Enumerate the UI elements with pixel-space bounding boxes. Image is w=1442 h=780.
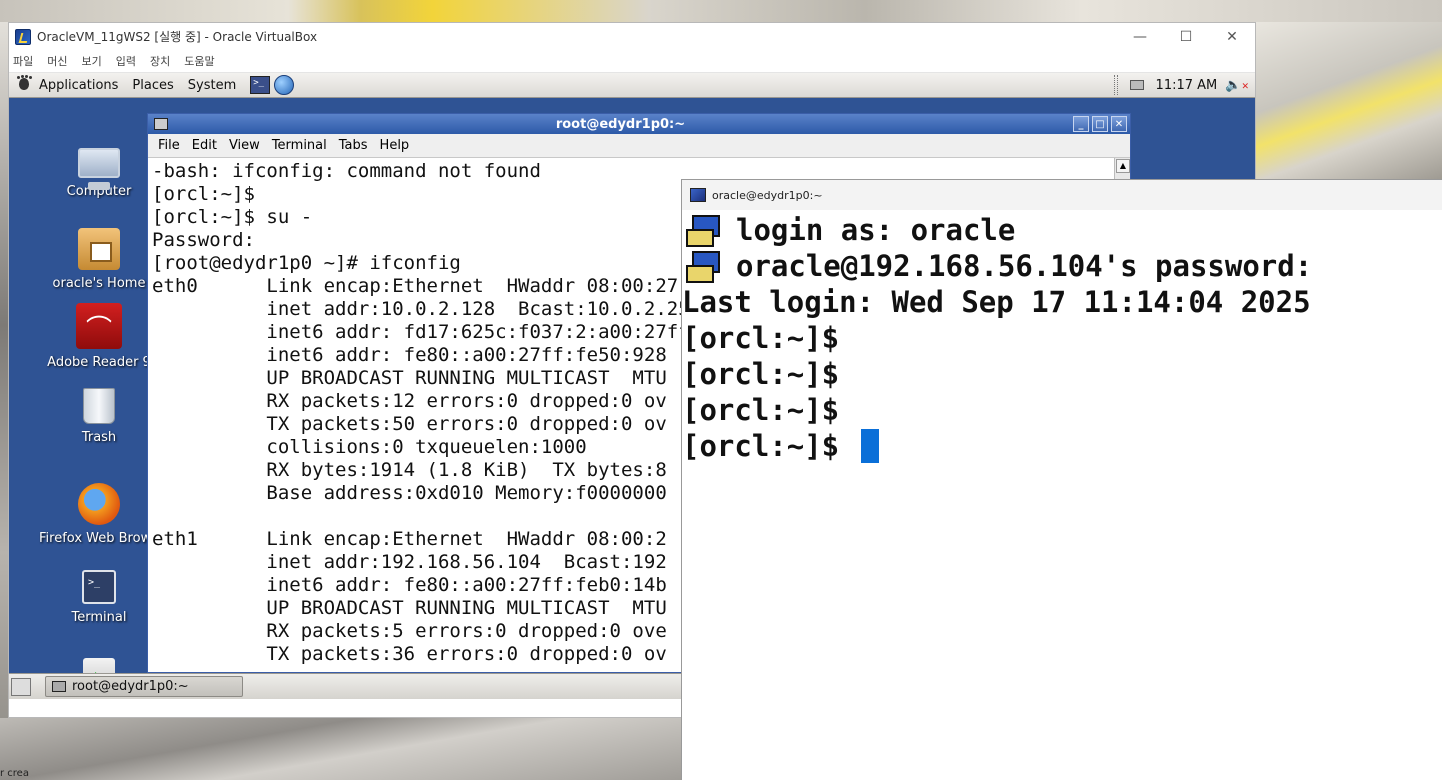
- menu-machine[interactable]: 머신: [47, 53, 67, 69]
- putty-window-title: oracle@edydr1p0:~: [712, 188, 823, 202]
- desktop-icon-terminal[interactable]: Terminal: [39, 570, 159, 625]
- desktop-icon-label: Adobe Reader 9: [47, 355, 151, 370]
- terminal-menu-terminal[interactable]: Terminal: [272, 138, 327, 153]
- virtualbox-app-icon: [15, 28, 31, 45]
- host-partial-text: r crea: [0, 768, 29, 779]
- guest-terminal-menubar: File Edit View Terminal Tabs Help: [148, 134, 1130, 158]
- terminal-menu-view[interactable]: View: [229, 138, 260, 153]
- putty-line: oracle@192.168.56.104's password:: [682, 248, 1442, 284]
- maximize-button[interactable]: ☐: [1163, 23, 1209, 50]
- putty-terminal-output[interactable]: login as: oracle oracle@192.168.56.104's…: [682, 210, 1442, 780]
- desktop-icon-label: oracle's Home: [52, 276, 146, 291]
- desktop-icon-trash[interactable]: Trash: [39, 388, 159, 445]
- host-wallpaper-top: [0, 0, 1442, 22]
- putty-line: [orcl:~]$: [682, 428, 1442, 464]
- putty-line-text: [orcl:~]$: [682, 357, 840, 391]
- desktop-icon-label: Terminal: [71, 610, 127, 625]
- menu-view[interactable]: 보기: [82, 53, 102, 69]
- panel-menu-applications[interactable]: Applications: [39, 78, 118, 93]
- desktop-icon-computer[interactable]: Computer: [39, 148, 159, 199]
- putty-line-text: [orcl:~]$: [682, 321, 840, 355]
- panel-separator: [1113, 75, 1118, 95]
- keyboard-indicator-icon[interactable]: [1129, 80, 1144, 90]
- putty-titlebar[interactable]: oracle@edydr1p0:~: [682, 180, 1442, 210]
- putty-app-icon[interactable]: [690, 188, 706, 202]
- desktop-icon-firefox[interactable]: Firefox Web Browser: [39, 483, 159, 546]
- guest-terminal-title: root@edydr1p0:~: [555, 116, 686, 132]
- adobe-reader-icon: [76, 303, 122, 349]
- terminal-menu-help[interactable]: Help: [380, 138, 410, 153]
- putty-line-text: oracle@192.168.56.104's password:: [736, 249, 1313, 283]
- scroll-up-arrow-icon[interactable]: ▲: [1116, 159, 1130, 173]
- desktop-icon-label: Trash: [81, 430, 117, 445]
- virtualbox-window-title: OracleVM_11gWS2 [실행 중] - Oracle VirtualB…: [37, 30, 318, 44]
- terminal-window-icon: [52, 681, 66, 692]
- putty-line: [orcl:~]$: [682, 392, 1442, 428]
- terminal-menu-tabs[interactable]: Tabs: [339, 138, 368, 153]
- terminal-minimize-button[interactable]: _: [1073, 116, 1089, 132]
- putty-window: oracle@edydr1p0:~ login as: oracle oracl…: [681, 179, 1442, 780]
- taskbar-item-label: root@edydr1p0:~: [72, 679, 189, 694]
- guest-terminal-titlebar[interactable]: root@edydr1p0:~ _ □ ✕: [148, 114, 1130, 134]
- putty-session-icon: [684, 213, 724, 247]
- gnome-foot-icon[interactable]: [15, 76, 33, 94]
- host-wallpaper-left: [0, 22, 8, 780]
- minimize-button[interactable]: —: [1117, 23, 1163, 50]
- terminal-menu-file[interactable]: File: [158, 138, 180, 153]
- terminal-menu-edit[interactable]: Edit: [192, 138, 217, 153]
- menu-input[interactable]: 입력: [116, 53, 136, 69]
- terminal-launcher-icon[interactable]: [250, 76, 271, 94]
- show-desktop-icon[interactable]: [11, 677, 31, 696]
- desktop-icon-label: Firefox Web Browser: [39, 531, 159, 546]
- firefox-icon: [78, 483, 120, 525]
- guest-top-panel: Applications Places System 11:17 AM 🔈✕: [9, 73, 1255, 98]
- close-button[interactable]: ✕: [1209, 23, 1255, 50]
- putty-session-icon: [684, 249, 724, 283]
- putty-line-text: login as: oracle: [736, 213, 1016, 247]
- desktop-icon-home[interactable]: oracle's Home: [39, 228, 159, 291]
- trash-icon: [83, 388, 115, 424]
- text-cursor: [860, 429, 879, 463]
- putty-line-text: [orcl:~]$: [682, 393, 840, 427]
- putty-line: Last login: Wed Sep 17 11:14:04 2025: [682, 284, 1442, 320]
- menu-help[interactable]: 도움말: [184, 53, 214, 69]
- terminal-window-icon[interactable]: [154, 118, 168, 130]
- terminal-close-button[interactable]: ✕: [1111, 116, 1127, 132]
- menu-devices[interactable]: 장치: [150, 53, 170, 69]
- host-wallpaper-right: [1256, 22, 1442, 182]
- putty-line: [orcl:~]$: [682, 320, 1442, 356]
- home-folder-icon: [78, 228, 120, 270]
- volume-muted-icon[interactable]: 🔈✕: [1225, 78, 1249, 93]
- putty-line-text: Last login: Wed Sep 17 11:14:04 2025: [682, 285, 1311, 319]
- network-browser-icon[interactable]: [274, 75, 295, 95]
- virtualbox-titlebar[interactable]: OracleVM_11gWS2 [실행 중] - Oracle VirtualB…: [9, 23, 1255, 50]
- host-wallpaper-bottom: [0, 718, 682, 780]
- virtualbox-menubar: 파일 머신 보기 입력 장치 도움말: [9, 50, 1255, 73]
- panel-clock[interactable]: 11:17 AM: [1156, 78, 1218, 93]
- putty-line: login as: oracle: [682, 212, 1442, 248]
- menu-file[interactable]: 파일: [13, 53, 33, 69]
- panel-menu-system[interactable]: System: [188, 78, 236, 93]
- terminal-icon: [82, 570, 116, 604]
- taskbar-item-terminal[interactable]: root@edydr1p0:~: [45, 676, 243, 697]
- putty-line-text: [orcl:~]$: [682, 429, 857, 463]
- terminal-maximize-button[interactable]: □: [1092, 116, 1108, 132]
- panel-menu-places[interactable]: Places: [132, 78, 173, 93]
- computer-icon: [78, 148, 120, 190]
- putty-line: [orcl:~]$: [682, 356, 1442, 392]
- desktop-icon-adobe-reader[interactable]: Adobe Reader 9: [39, 303, 159, 370]
